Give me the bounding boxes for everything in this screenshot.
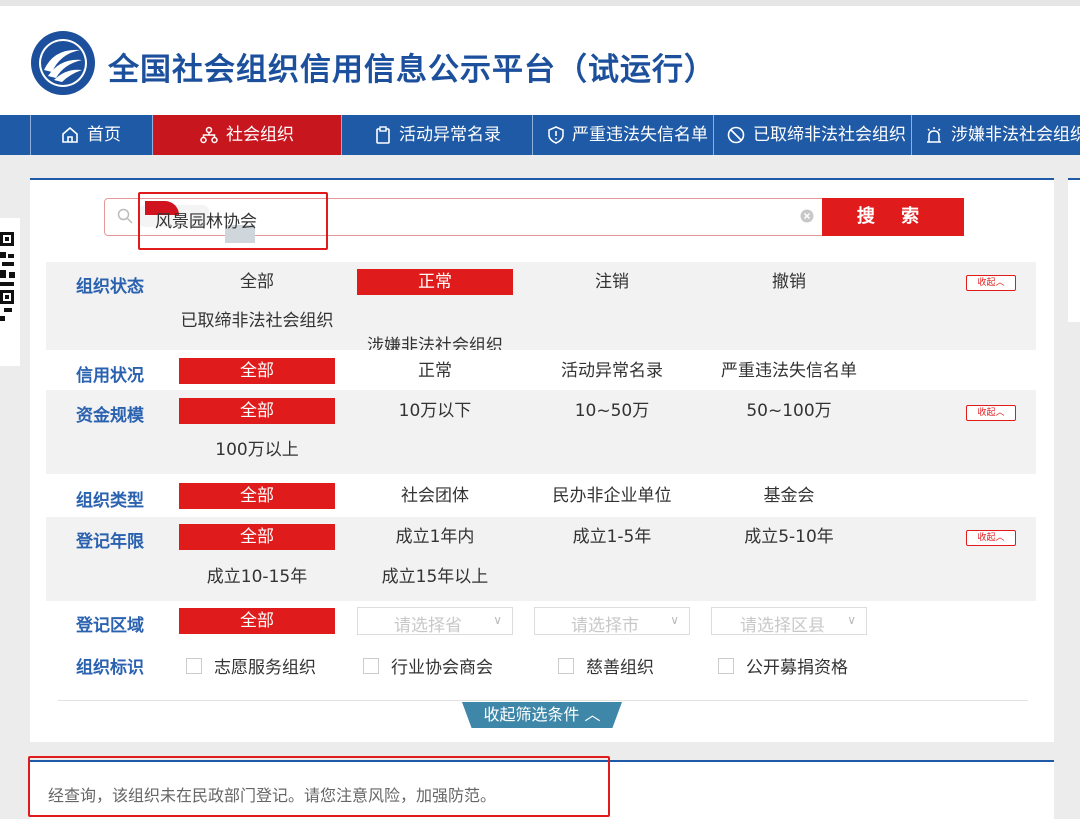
filter-option-selected[interactable]: 全部 <box>179 524 335 550</box>
nav-item-abnormal-list[interactable]: 活动异常名录 <box>343 115 533 155</box>
qr-code-icon <box>0 218 20 366</box>
checkbox-label: 行业协会商会 <box>391 658 493 678</box>
checkbox-industry-association[interactable]: 行业协会商会 <box>363 653 493 678</box>
city-select[interactable]: 请选择市 ∨ <box>534 607 690 636</box>
filter-option-selected[interactable]: 正常 <box>357 269 513 295</box>
collapse-toggle[interactable]: 收起︿ <box>966 530 1016 546</box>
nav-item-social-org[interactable]: 社会组织 <box>154 115 342 155</box>
select-placeholder: 请选择省 <box>394 616 462 636</box>
filter-option[interactable]: 正常 <box>357 358 513 384</box>
highlight-box <box>138 192 328 250</box>
checkbox-charity[interactable]: 慈善组织 <box>558 653 654 678</box>
clear-icon[interactable] <box>800 209 814 223</box>
county-select[interactable]: 请选择区县 ∨ <box>711 607 867 636</box>
filter-option[interactable]: 严重违法失信名单 <box>711 358 867 384</box>
checkbox-box[interactable] <box>363 658 379 674</box>
filter-option[interactable]: 50~100万 <box>711 398 867 424</box>
collapse-toggle[interactable]: 收起︿ <box>966 405 1016 421</box>
nav-item-suspected-org[interactable]: 涉嫌非法社会组织 <box>913 115 1080 155</box>
collapse-filters-label: 收起筛选条件 <box>483 705 580 724</box>
filter-option-selected[interactable]: 全部 <box>179 483 335 509</box>
filter-label: 登记区域 <box>76 616 144 636</box>
nav-label: 活动异常名录 <box>399 125 501 145</box>
chevron-down-icon: ∨ <box>493 613 502 627</box>
shield-alert-icon <box>548 126 564 144</box>
filter-label: 信用状况 <box>76 366 144 386</box>
filter-option-selected[interactable]: 全部 <box>179 608 335 634</box>
filter-label: 组织状态 <box>76 277 144 297</box>
filter-option[interactable]: 注销 <box>534 269 690 295</box>
side-panel-edge <box>1068 178 1080 322</box>
filter-option[interactable]: 成立15年以上 <box>357 564 513 590</box>
filter-option[interactable]: 已取缔非法社会组织 <box>179 308 335 350</box>
org-chart-icon <box>200 126 218 144</box>
checkbox-box[interactable] <box>718 658 734 674</box>
checkbox-volunteer[interactable]: 志愿服务组织 <box>186 653 316 678</box>
filter-option[interactable]: 成立10-15年 <box>179 564 335 590</box>
nav-label: 严重违法失信名单 <box>572 125 708 145</box>
filter-label: 组织标识 <box>76 658 144 678</box>
search-panel: 风景园林协会 搜 索 组织状态 全部 正常 注销 撤销 收起︿ 已取缔非法社会组… <box>30 178 1054 742</box>
filter-option[interactable]: 社会团体 <box>357 483 513 509</box>
highlight-box <box>28 756 610 817</box>
filter-option[interactable]: 涉嫌非法社会组织 <box>357 333 513 350</box>
nav-item-home[interactable]: 首页 <box>30 115 153 155</box>
select-placeholder: 请选择市 <box>571 616 639 636</box>
filter-option[interactable]: 10~50万 <box>534 398 690 424</box>
main-nav: 首页 社会组织 活动异常名录 严重违法失信名单 已取缔非法社会组织 涉嫌非法社会… <box>0 115 1080 155</box>
collapse-label: 收起 <box>977 278 996 288</box>
checkbox-label: 慈善组织 <box>586 658 654 678</box>
chevron-down-icon: ∨ <box>847 613 856 627</box>
collapse-filters-button[interactable]: 收起筛选条件 ︿ <box>462 702 622 728</box>
search-button[interactable]: 搜 索 <box>822 198 964 236</box>
alarm-light-icon <box>925 126 943 144</box>
nav-item-banned-org[interactable]: 已取缔非法社会组织 <box>715 115 912 155</box>
filter-option[interactable]: 撤销 <box>711 269 867 295</box>
filter-label: 组织类型 <box>76 491 144 511</box>
nav-label: 已取缔非法社会组织 <box>753 125 906 145</box>
filter-label: 登记年限 <box>76 532 144 552</box>
filter-option-selected[interactable]: 全部 <box>179 358 335 384</box>
divider <box>58 700 1028 701</box>
home-icon <box>61 126 79 144</box>
checkbox-box[interactable] <box>186 658 202 674</box>
collapse-label: 收起 <box>977 533 996 543</box>
filter-option-selected[interactable]: 全部 <box>179 398 335 424</box>
search-icon <box>117 208 133 224</box>
nav-label: 社会组织 <box>226 125 294 145</box>
select-placeholder: 请选择区县 <box>740 616 825 636</box>
collapse-label: 收起 <box>977 408 996 418</box>
filter-option[interactable]: 成立5-10年 <box>711 524 867 550</box>
filter-option[interactable]: 民办非企业单位 <box>534 483 690 509</box>
filter-label: 资金规模 <box>76 406 144 426</box>
page-title: 全国社会组织信用信息公示平台（试运行） <box>108 52 716 88</box>
qr-code <box>0 218 20 366</box>
nav-item-dishonest-list[interactable]: 严重违法失信名单 <box>534 115 714 155</box>
checkbox-public-fundraising[interactable]: 公开募捐资格 <box>718 653 848 678</box>
filter-option[interactable]: 成立1-5年 <box>534 524 690 550</box>
checkbox-box[interactable] <box>558 658 574 674</box>
nav-label: 涉嫌非法社会组织 <box>951 125 1080 145</box>
filter-option[interactable]: 全部 <box>179 269 335 295</box>
chevron-up-icon: ︿ <box>584 705 601 724</box>
site-header: 全国社会组织信用信息公示平台（试运行） <box>0 6 1080 115</box>
platform-logo-icon <box>31 31 95 95</box>
collapse-toggle[interactable]: 收起︿ <box>966 275 1016 291</box>
filter-option[interactable]: 10万以下 <box>357 398 513 424</box>
ban-icon <box>727 126 745 144</box>
filter-option[interactable]: 成立1年内 <box>357 524 513 550</box>
checkbox-label: 志愿服务组织 <box>214 658 316 678</box>
filter-option[interactable]: 100万以上 <box>179 437 335 463</box>
province-select[interactable]: 请选择省 ∨ <box>357 607 513 636</box>
clipboard-icon <box>375 126 391 144</box>
chevron-down-icon: ∨ <box>670 613 679 627</box>
checkbox-label: 公开募捐资格 <box>746 658 848 678</box>
filter-option[interactable]: 活动异常名录 <box>534 358 690 384</box>
filter-option[interactable]: 基金会 <box>711 483 867 509</box>
nav-label: 首页 <box>87 125 121 145</box>
